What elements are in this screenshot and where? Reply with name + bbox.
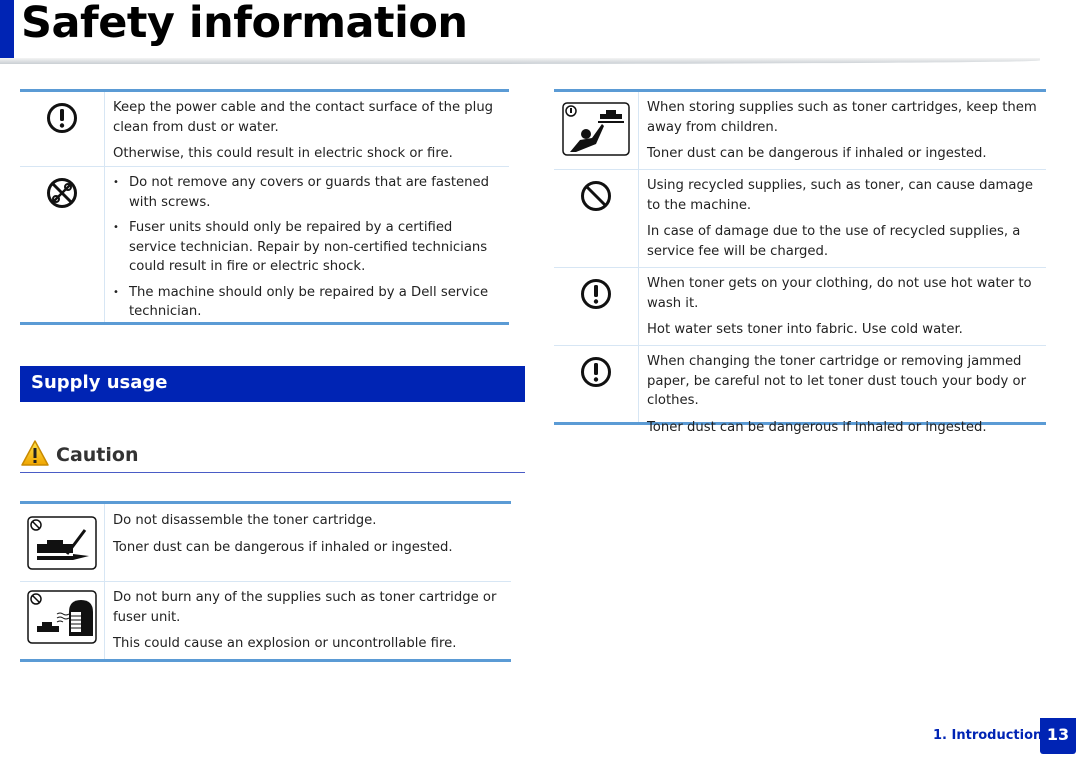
no-disassembly-icon [20, 167, 105, 322]
table-row: When changing the toner cartridge or rem… [554, 345, 1046, 435]
title-divider [0, 58, 1040, 64]
table-row: Using recycled supplies, such as toner, … [554, 169, 1046, 267]
row-text: Toner dust can be dangerous if inhaled o… [647, 419, 987, 435]
row-text: Do not disassemble the toner cartridge. [113, 513, 377, 528]
warning-mandatory-icon [20, 92, 105, 166]
row-text: Otherwise, this could result in electric… [113, 146, 453, 161]
warning-mandatory-icon [554, 346, 639, 422]
section-heading: Supply usage [20, 366, 525, 402]
safety-table-left: Keep the power cable and the contact sur… [20, 89, 509, 325]
row-text: Hot water sets toner into fabric. Use co… [647, 322, 963, 337]
keep-from-children-icon [554, 92, 639, 169]
table-row: Do not remove any covers or guards that … [20, 166, 509, 322]
supply-table: Do not disassemble the toner cartridge. … [20, 501, 511, 662]
title-accent-bar [0, 0, 14, 59]
page-number: 13 [1040, 718, 1076, 754]
table-row: Keep the power cable and the contact sur… [20, 92, 509, 166]
row-text: Toner dust can be dangerous if inhaled o… [113, 539, 453, 555]
warning-mandatory-icon [554, 268, 639, 345]
safety-table-right: When storing supplies such as toner cart… [554, 89, 1046, 435]
footer-chapter-link[interactable]: 1. Introduction [933, 728, 1042, 743]
page-title: Safety information [21, 0, 468, 48]
table-row: When toner gets on your clothing, do not… [554, 267, 1046, 345]
caution-label: Caution [56, 444, 139, 466]
row-text: Keep the power cable and the contact sur… [113, 100, 494, 135]
table-row: When storing supplies such as toner cart… [554, 92, 1046, 169]
caution-heading: Caution [20, 438, 525, 473]
row-text: Toner dust can be dangerous if inhaled o… [647, 146, 987, 161]
row-text: When storing supplies such as toner cart… [647, 100, 1037, 135]
no-burn-supplies-icon [20, 582, 105, 659]
prohibited-icon [554, 170, 639, 267]
row-text: This could cause an explosion or uncontr… [113, 636, 457, 651]
list-item: The machine should only be repaired by a… [113, 283, 501, 322]
row-text: When toner gets on your clothing, do not… [647, 276, 1032, 311]
table-row: Do not burn any of the supplies such as … [20, 581, 511, 659]
list-item: Fuser units should only be repaired by a… [113, 218, 501, 277]
no-disassemble-cartridge-icon [20, 504, 105, 581]
row-text: In case of damage due to the use of recy… [647, 224, 1021, 259]
row-text: Using recycled supplies, such as toner, … [647, 178, 1033, 213]
caution-triangle-icon [20, 439, 50, 471]
row-text: When changing the toner cartridge or rem… [647, 354, 1027, 408]
row-text: Do not burn any of the supplies such as … [113, 590, 497, 625]
table-row: Do not disassemble the toner cartridge. … [20, 504, 511, 581]
list-item: Do not remove any covers or guards that … [113, 173, 501, 212]
